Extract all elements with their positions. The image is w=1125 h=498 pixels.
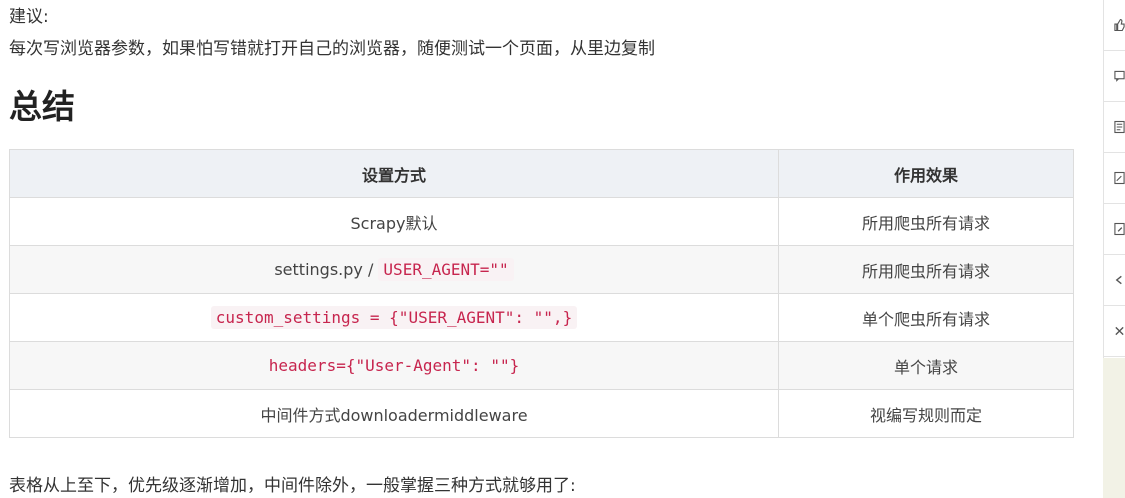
method-cell: 中间件方式downloadermiddleware xyxy=(9,389,779,438)
method-cell: settings.py / USER_AGENT="" xyxy=(9,245,779,294)
method-cell: headers={"User-Agent": ""} xyxy=(9,341,779,390)
comment-button[interactable] xyxy=(1104,51,1125,102)
settings-table: 设置方式 作用效果 Scrapy默认 所用爬虫所有请求 settings.py … xyxy=(9,149,1074,438)
effect-cell: 单个爬虫所有请求 xyxy=(778,293,1074,342)
method-text: settings.py / xyxy=(274,260,379,279)
column-header-method: 设置方式 xyxy=(9,149,779,198)
comment-icon xyxy=(1114,70,1125,82)
edit-button-2[interactable] xyxy=(1104,204,1125,255)
method-cell: custom_settings = {"USER_AGENT": "",} xyxy=(9,293,779,342)
share-icon xyxy=(1115,275,1122,285)
edit-icon xyxy=(1114,171,1125,185)
method-code: custom_settings = {"USER_AGENT": "",} xyxy=(210,306,578,329)
method-text: Scrapy默认 xyxy=(350,213,438,233)
suggestion-text: 每次写浏览器参数，如果怕写错就打开自己的浏览器，随便测试一个页面，从里边复制 xyxy=(9,39,655,59)
column-header-effect: 作用效果 xyxy=(778,149,1074,198)
share-button[interactable] xyxy=(1104,255,1125,306)
close-icon xyxy=(1115,326,1124,336)
table-row: headers={"User-Agent": ""} 单个请求 xyxy=(9,341,1074,390)
summary-heading: 总结 xyxy=(9,87,75,126)
method-text: 中间件方式downloadermiddleware xyxy=(260,405,528,425)
close-button[interactable] xyxy=(1104,306,1125,357)
edit-button[interactable] xyxy=(1104,153,1125,204)
table-header-row: 设置方式 作用效果 xyxy=(9,149,1074,198)
effect-cell: 所用爬虫所有请求 xyxy=(778,245,1074,294)
note-icon xyxy=(1114,120,1125,134)
effect-cell: 视编写规则而定 xyxy=(778,389,1074,438)
table-row: Scrapy默认 所用爬虫所有请求 xyxy=(9,197,1074,246)
suggestion-label: 建议: xyxy=(9,7,49,27)
method-cell: Scrapy默认 xyxy=(9,197,779,246)
like-button[interactable] xyxy=(1104,0,1125,51)
like-icon xyxy=(1114,18,1125,32)
side-toolbar xyxy=(1103,0,1125,358)
method-code: USER_AGENT="" xyxy=(378,258,514,281)
edit-icon-2 xyxy=(1114,222,1125,236)
effect-cell: 单个请求 xyxy=(778,341,1074,390)
table-row: 中间件方式downloadermiddleware 视编写规则而定 xyxy=(9,389,1074,438)
method-code: headers={"User-Agent": ""} xyxy=(268,356,520,375)
note-button[interactable] xyxy=(1104,102,1125,153)
table-row: custom_settings = {"USER_AGENT": "",} 单个… xyxy=(9,293,1074,342)
table-row: settings.py / USER_AGENT="" 所用爬虫所有请求 xyxy=(9,245,1074,294)
effect-cell: 所用爬虫所有请求 xyxy=(778,197,1074,246)
toolbar-background xyxy=(1103,358,1125,498)
footer-paragraph: 表格从上至下，优先级逐渐增加，中间件除外，一般掌握三种方式就够用了: xyxy=(9,476,576,496)
